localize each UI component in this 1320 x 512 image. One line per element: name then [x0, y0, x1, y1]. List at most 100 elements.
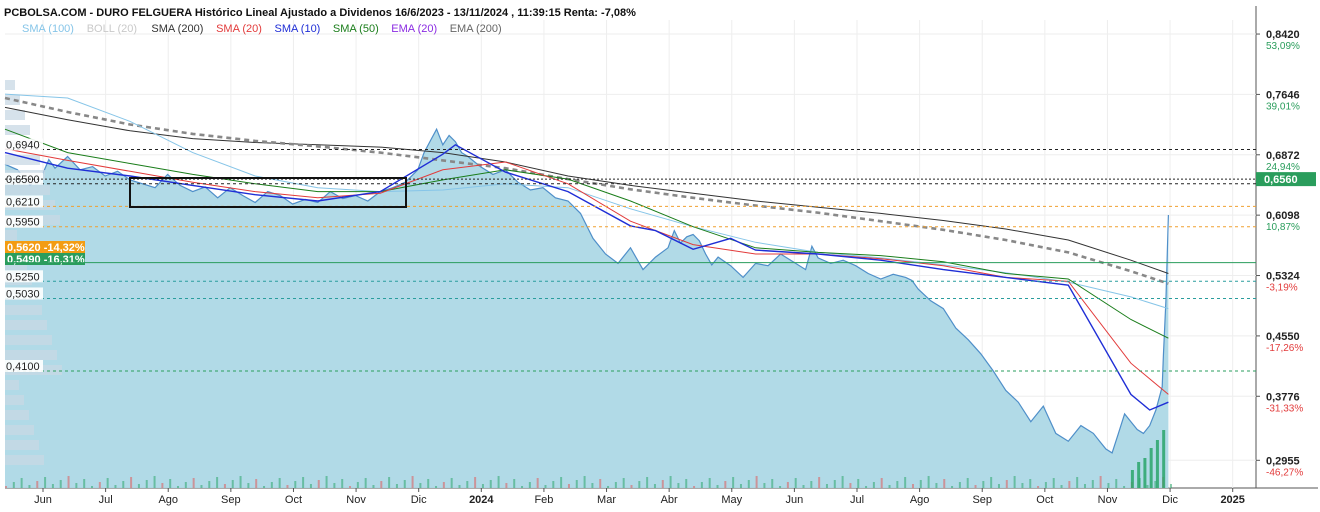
volume-bar [575, 480, 578, 488]
volume-bar [325, 476, 328, 488]
volume-bar [833, 480, 836, 488]
volume-bar [442, 482, 445, 488]
volume-bar [98, 482, 101, 488]
volume-bar [59, 480, 62, 488]
y-pct-label: -31,33% [1266, 403, 1303, 414]
volume-bar [302, 477, 305, 488]
volume-bar [771, 479, 774, 488]
volume-bar [739, 484, 742, 488]
volume-bar [1130, 470, 1134, 488]
volume-bar [12, 482, 15, 488]
volume-bar [1169, 484, 1172, 488]
y-tick-label: 0,3776 [1266, 391, 1300, 403]
volume-bar [192, 478, 195, 488]
volume-bar [263, 486, 266, 488]
volume-bar [669, 476, 672, 488]
volume-bar [106, 478, 109, 488]
volume-bar [591, 483, 594, 488]
volume-bar [231, 480, 234, 488]
volume-bar [646, 477, 649, 488]
x-tick-label: Mar [597, 494, 616, 506]
volume-bar [161, 483, 164, 488]
volume-profile-bar [5, 80, 15, 90]
volume-bar [1091, 480, 1094, 488]
volume-bar [130, 477, 133, 488]
chart-title: PCBOLSA.COM - DURO FELGUERA Histórico Li… [4, 7, 636, 19]
volume-profile-bar [5, 350, 57, 360]
x-tick-label: 2025 [1220, 494, 1244, 506]
volume-bar [419, 483, 422, 488]
volume-bar [786, 482, 789, 488]
volume-bar [1155, 440, 1159, 488]
volume-bar [44, 477, 47, 488]
volume-bar [208, 481, 211, 488]
volume-bar [966, 478, 969, 488]
volume-bar [622, 478, 625, 488]
volume-bar [349, 486, 352, 488]
level-label: 0,6940 [6, 139, 40, 151]
y-tick-label: 0,5324 [1266, 271, 1301, 283]
current-price-label: 0,6560 [1264, 174, 1298, 186]
volume-bar [1123, 486, 1126, 488]
x-tick-label: Feb [534, 494, 553, 506]
volume-bar [51, 484, 54, 488]
volume-profile-bar [5, 185, 50, 195]
volume-bar [169, 479, 172, 488]
x-tick-label: Sep [972, 494, 992, 506]
volume-bar [83, 479, 86, 488]
volume-bar [1115, 479, 1118, 488]
volume-bar [114, 485, 117, 488]
volume-bar [779, 486, 782, 488]
volume-bar [794, 478, 797, 488]
volume-bar [755, 476, 758, 488]
volume-bar [888, 485, 891, 488]
x-tick-label: Jul [99, 494, 113, 506]
volume-bar [91, 486, 94, 488]
legend-entry: SMA (20) [216, 23, 262, 35]
level-label: 0,6500 [6, 174, 40, 186]
volume-bar [435, 486, 438, 488]
volume-bar [474, 477, 477, 488]
volume-bar [1143, 458, 1147, 488]
volume-bar [700, 482, 703, 488]
x-tick-label: Sep [221, 494, 241, 506]
volume-bar [583, 476, 586, 488]
volume-bar [458, 485, 461, 488]
volume-bar [5, 486, 7, 488]
volume-bar [466, 481, 469, 488]
volume-bar [309, 484, 312, 488]
volume-profile-bar [5, 380, 19, 390]
volume-bar [630, 485, 633, 488]
volume-bar [974, 485, 977, 488]
y-tick-label: 0,7646 [1266, 89, 1300, 101]
volume-profile-bar [5, 440, 39, 450]
volume-bar [341, 479, 344, 488]
volume-profile-bar [5, 395, 24, 405]
volume-profile-bar [5, 335, 52, 345]
legend-entry: EMA (200) [450, 23, 502, 35]
y-tick-label: 0,4550 [1266, 331, 1300, 343]
volume-profile-bar [5, 455, 44, 465]
legend-entry: SMA (200) [151, 23, 203, 35]
volume-bar [75, 483, 78, 488]
volume-bar [1146, 485, 1149, 488]
x-tick-label: Jun [34, 494, 52, 506]
volume-bar [200, 485, 203, 488]
volume-bar [278, 478, 281, 488]
volume-bar [317, 480, 320, 488]
x-tick-label: Abr [661, 494, 678, 506]
volume-bar [997, 484, 1000, 488]
volume-bar [255, 479, 258, 488]
volume-bar [122, 481, 125, 488]
volume-bar [427, 479, 430, 488]
volume-bar [1029, 479, 1032, 488]
volume-bar [1107, 483, 1110, 488]
volume-bar [403, 480, 406, 488]
chart-frame: 0,6940 0,6500 0,6210 0,5950 0,5250 0,5030 0,41… [0, 0, 1320, 512]
volume-bar [841, 476, 844, 488]
volume-bar [685, 479, 688, 488]
volume-bar [270, 482, 273, 488]
volume-bar [857, 479, 860, 488]
y-pct-label: 39,01% [1266, 101, 1300, 112]
volume-bar [653, 484, 656, 488]
